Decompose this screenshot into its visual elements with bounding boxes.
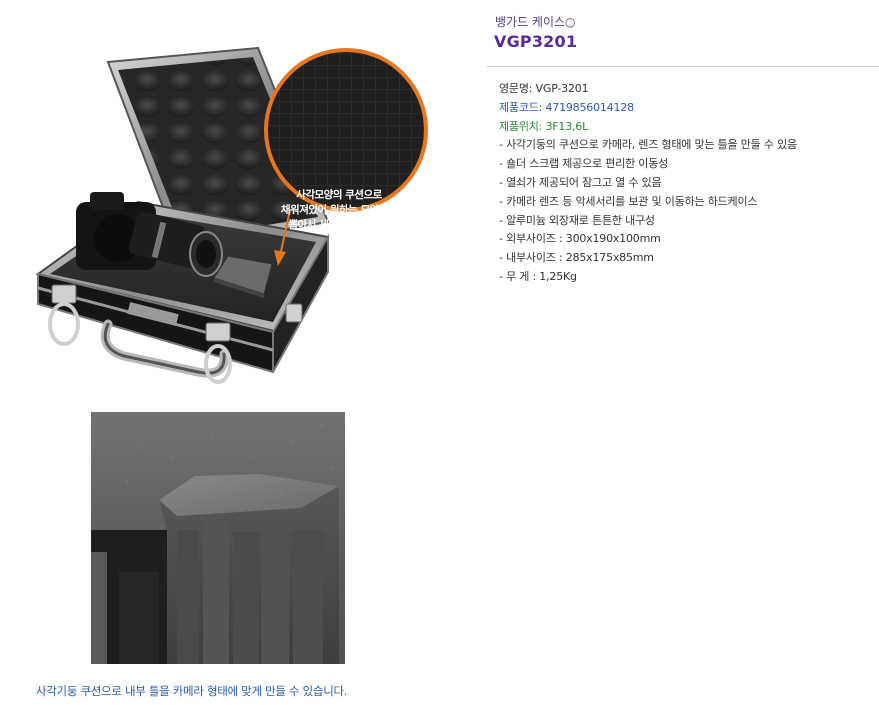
feature-item: - 열쇠가 제공되어 잠그고 열 수 있음: [499, 175, 662, 189]
feature-item: - 외부사이즈 : 300x190x100mm: [499, 232, 661, 246]
product-location: 제품위치: 3F13,6L: [499, 119, 589, 133]
feature-item: - 알루미늄 외장재로 튼튼한 내구성: [499, 213, 655, 227]
feature-item: - 숄더 스크랩 제공으로 편리한 이동성: [499, 157, 669, 171]
feature-item: - 사각기둥의 쿠션으로 카메라, 렌즈 형태에 맞는 틀을 만들 수 있음: [499, 138, 797, 152]
foam-closeup-image: [91, 412, 345, 664]
product-case-image: 사각모양의 쿠션으로 채워져있어 원하는 모양대로 뽑아서 세팅할 수 있어요: [28, 42, 428, 402]
divider: [487, 66, 879, 67]
product-model-title: VGP3201: [494, 32, 578, 51]
callout-line: 사각모양의 쿠션으로: [296, 189, 382, 201]
image-caption: 사각기둥 쿠션으로 내부 틀을 카메라 형태에 맞게 만들 수 있습니다.: [36, 684, 348, 698]
feature-item: - 내부사이즈 : 285x175x85mm: [499, 251, 654, 265]
product-subtitle: 뱅가드 케이스○: [495, 15, 576, 29]
feature-item: - 무 게 : 1,25Kg: [499, 269, 577, 283]
product-code: 제품코드: 4719856014128: [499, 100, 634, 114]
model-name: 영문명: VGP-3201: [499, 82, 589, 95]
callout-line: 뽑아서 세팅할 수 있어요: [288, 219, 390, 231]
feature-item: - 카메라 렌즈 등 악세서리를 보관 및 이동하는 하드케이스: [499, 194, 758, 208]
callout-text: 사각모양의 쿠션으로 채워져있어 원하는 모양대로 뽑아서 세팅할 수 있어요: [250, 188, 428, 233]
product-info: 영문명: VGP-3201 제품코드: 4719856014128 제품위치: …: [499, 80, 877, 287]
callout-line: 채워져있어 원하는 모양대로: [280, 204, 398, 216]
